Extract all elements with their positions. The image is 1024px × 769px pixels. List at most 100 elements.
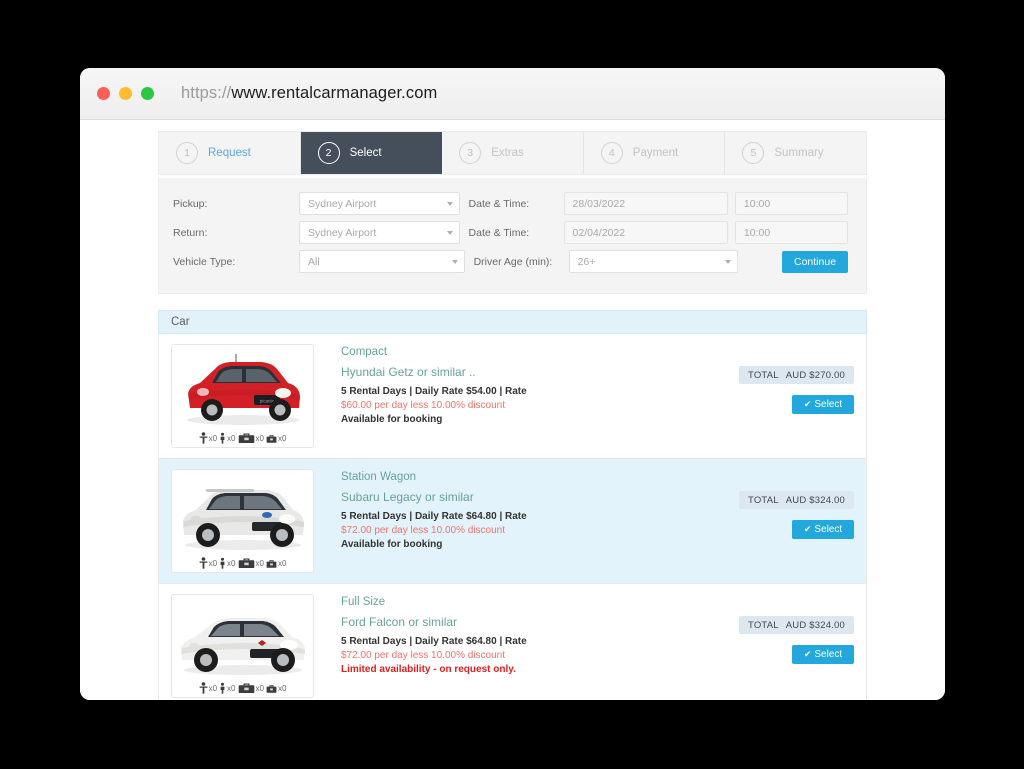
category-header: Car <box>158 310 867 334</box>
return-datetime-label: Date & Time: <box>460 227 564 239</box>
check-icon: ✔ <box>804 399 812 410</box>
page-viewport: 1 Request 2 Select 3 Extras 4 Payment 5 <box>80 120 945 700</box>
step-payment[interactable]: 4 Payment <box>584 132 726 174</box>
step-select[interactable]: 2 Select <box>301 132 443 174</box>
large-bags-count: x0 <box>256 434 264 444</box>
discount-line: $72.00 per day less 10.00% discount <box>341 525 718 536</box>
child-person-icon <box>219 432 226 444</box>
vehicle-thumbnail: x0 x0 <box>171 594 314 698</box>
select-button[interactable]: ✔ Select <box>792 645 854 664</box>
driver-age-select[interactable]: 26+ <box>569 250 739 273</box>
browser-window: https://www.rentalcarmanager.com 1 Reque… <box>80 68 945 700</box>
capacity-row: x0 x0 <box>199 682 287 695</box>
step-label: Payment <box>633 147 678 159</box>
small-suitcase-icon <box>266 432 277 444</box>
adult-person-icon <box>199 432 208 444</box>
adult-person-icon <box>199 557 208 569</box>
select-button-label: Select <box>814 399 842 410</box>
check-icon: ✔ <box>804 649 812 660</box>
station-wagon-image <box>176 475 310 553</box>
return-label: Return: <box>173 227 299 239</box>
availability-status: Available for booking <box>341 539 718 550</box>
maximize-window-button[interactable] <box>141 87 154 100</box>
vehicle-info: Full Size Ford Falcon or similar 5 Renta… <box>314 594 718 698</box>
total-amount: AUD $270.00 <box>786 370 845 381</box>
address-bar[interactable]: https://www.rentalcarmanager.com <box>181 84 437 103</box>
vehicle-info: Station Wagon Subaru Legacy or similar 5… <box>314 469 718 573</box>
step-number: 2 <box>318 142 340 164</box>
adults-capacity: x0 <box>199 682 217 694</box>
children-count: x0 <box>227 559 235 569</box>
child-person-icon <box>219 682 226 694</box>
child-person-icon <box>219 557 226 569</box>
step-label: Request <box>208 147 251 159</box>
return-date-input[interactable]: 02/04/2022 <box>564 221 728 244</box>
adults-count: x0 <box>209 434 217 444</box>
small-bags-count: x0 <box>278 434 286 444</box>
large-bags-count: x0 <box>256 684 264 694</box>
rate-line: 5 Rental Days | Daily Rate $64.80 | Rate <box>341 636 718 647</box>
vehicle-model: Subaru Legacy or similar <box>341 490 718 504</box>
traffic-lights <box>97 87 154 100</box>
select-button[interactable]: ✔ Select <box>792 395 854 414</box>
vehicle-type-select[interactable]: All <box>299 250 465 273</box>
vehicle-thumbnail: x0 x0 <box>171 469 314 573</box>
driver-age-value: 26+ <box>578 256 596 268</box>
small-bags-capacity: x0 <box>266 557 286 569</box>
vehicle-thumbnail: picanto <box>171 344 314 448</box>
pickup-row: Pickup: Sydney Airport Date & Time: 28/0… <box>173 192 848 215</box>
select-button-label: Select <box>814 524 842 535</box>
return-date-value: 02/04/2022 <box>573 227 626 239</box>
rate-line: 5 Rental Days | Daily Rate $64.80 | Rate <box>341 511 718 522</box>
availability-status: Available for booking <box>341 414 718 425</box>
step-request[interactable]: 1 Request <box>159 132 301 174</box>
price-column: TOTAL AUD $324.00 ✔ Select <box>718 594 854 698</box>
availability-status: Limited availability - on request only. <box>341 664 718 675</box>
compact-car-image: picanto <box>176 350 310 428</box>
browser-title-bar: https://www.rentalcarmanager.com <box>80 68 945 120</box>
vehicle-class: Station Wagon <box>341 471 718 483</box>
pickup-datetime-label: Date & Time: <box>460 198 564 210</box>
search-form-panel: Pickup: Sydney Airport Date & Time: 28/0… <box>158 178 867 294</box>
step-summary[interactable]: 5 Summary <box>725 132 866 174</box>
adults-capacity: x0 <box>199 557 217 569</box>
children-capacity: x0 <box>219 432 235 444</box>
driver-age-label: Driver Age (min): <box>465 256 569 268</box>
capacity-row: x0 x0 <box>199 432 287 445</box>
table-row[interactable]: x0 x0 <box>158 584 867 700</box>
total-amount: AUD $324.00 <box>786 495 845 506</box>
step-number: 5 <box>742 142 764 164</box>
small-bags-capacity: x0 <box>266 682 286 694</box>
large-bags-capacity: x0 <box>238 557 264 569</box>
step-label: Summary <box>774 147 823 159</box>
pickup-location-select[interactable]: Sydney Airport <box>299 192 460 215</box>
select-button-label: Select <box>814 649 842 660</box>
table-row[interactable]: x0 x0 <box>158 459 867 584</box>
pickup-time-input[interactable]: 10:00 <box>735 192 848 215</box>
chevron-down-icon <box>725 260 731 264</box>
url-scheme: https:// <box>181 84 231 102</box>
step-label: Select <box>350 147 382 159</box>
discount-line: $72.00 per day less 10.00% discount <box>341 650 718 661</box>
close-window-button[interactable] <box>97 87 110 100</box>
total-amount: AUD $324.00 <box>786 620 845 631</box>
adults-count: x0 <box>209 684 217 694</box>
large-suitcase-icon <box>238 557 255 569</box>
adult-person-icon <box>199 682 208 694</box>
return-location-select[interactable]: Sydney Airport <box>299 221 460 244</box>
price-column: TOTAL AUD $324.00 ✔ Select <box>718 469 854 573</box>
minimize-window-button[interactable] <box>119 87 132 100</box>
table-row[interactable]: picanto <box>158 334 867 459</box>
large-suitcase-icon <box>238 432 255 444</box>
continue-button[interactable]: Continue <box>782 251 848 273</box>
step-extras[interactable]: 3 Extras <box>442 132 584 174</box>
return-time-input[interactable]: 10:00 <box>735 221 848 244</box>
children-count: x0 <box>227 434 235 444</box>
select-button[interactable]: ✔ Select <box>792 520 854 539</box>
step-label: Extras <box>491 147 524 159</box>
vehicle-type-label: Vehicle Type: <box>173 256 299 268</box>
pickup-date-input[interactable]: 28/03/2022 <box>564 192 728 215</box>
return-time-value: 10:00 <box>744 227 770 239</box>
large-bags-capacity: x0 <box>238 682 264 694</box>
chevron-down-icon <box>452 260 458 264</box>
